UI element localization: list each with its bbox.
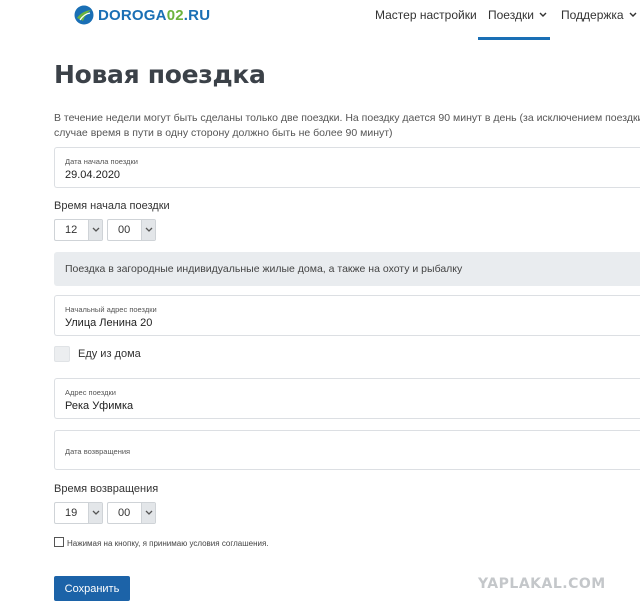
start-address-field[interactable]: Начальный адрес поездки Улица Ленина 20	[54, 295, 640, 336]
trip-address-label: Адрес поездки	[65, 388, 116, 397]
from-home-label: Еду из дома	[78, 348, 141, 360]
agreement-checkbox[interactable]	[54, 537, 64, 547]
page-title: Новая поездка	[54, 60, 266, 89]
start-date-field[interactable]: Дата начала поездки 29.04.2020	[54, 147, 640, 188]
chevron-down-icon	[88, 220, 102, 240]
start-address-value: Улица Ленина 20	[65, 317, 153, 329]
start-hour-select[interactable]: 12	[54, 219, 103, 241]
agreement-label: Нажимая на кнопку, я принимаю условия со…	[67, 539, 269, 548]
active-tab-indicator	[478, 37, 550, 40]
intro-text: В течение недели могут быть сделаны толь…	[54, 111, 640, 141]
from-home-checkbox[interactable]	[54, 346, 70, 362]
chevron-down-icon	[141, 503, 155, 523]
return-hour-value: 19	[65, 507, 78, 519]
chevron-down-icon	[629, 12, 637, 17]
trip-address-value: Река Уфимка	[65, 400, 134, 412]
start-minute-select[interactable]: 00	[107, 219, 156, 241]
start-address-label: Начальный адрес поездки	[65, 305, 157, 314]
chevron-down-icon	[539, 12, 547, 17]
return-minute-select[interactable]: 00	[107, 502, 156, 524]
main-nav: Мастер настройки Поездки Поддержка	[0, 0, 640, 40]
start-date-value: 29.04.2020	[65, 169, 121, 181]
nav-item-setup-wizard[interactable]: Мастер настройки	[375, 8, 477, 22]
nav-item-label: Поездки	[488, 8, 534, 22]
nav-item-support[interactable]: Поддержка	[561, 8, 637, 22]
return-hour-select[interactable]: 19	[54, 502, 103, 524]
start-minute-value: 00	[118, 224, 131, 236]
return-date-field[interactable]: Дата возвращения	[54, 430, 640, 470]
trip-type-text: Поездка в загородные индивидуальные жилы…	[65, 263, 463, 275]
trip-type-box[interactable]: Поездка в загородные индивидуальные жилы…	[54, 252, 640, 286]
start-date-label: Дата начала поездки	[65, 157, 138, 166]
nav-item-label: Поддержка	[561, 8, 624, 22]
chevron-down-icon	[141, 220, 155, 240]
start-time-label: Время начала поездки	[54, 200, 170, 212]
chevron-down-icon	[88, 503, 102, 523]
watermark: YAPLAKAL.COM	[478, 576, 606, 592]
return-date-label: Дата возвращения	[65, 447, 131, 456]
intro-line: случае время в пути в одну сторону должн…	[54, 127, 393, 139]
start-hour-value: 12	[65, 224, 78, 236]
return-time-label: Время возвращения	[54, 483, 159, 495]
return-minute-value: 00	[118, 507, 131, 519]
top-header: DOROGA02.RU Мастер настройки Поездки Под…	[0, 0, 640, 40]
save-button[interactable]: Сохранить	[54, 576, 130, 601]
nav-item-label: Мастер настройки	[375, 8, 477, 22]
nav-item-trips[interactable]: Поездки	[488, 8, 547, 22]
trip-address-field[interactable]: Адрес поездки Река Уфимка	[54, 378, 640, 419]
intro-line: В течение недели могут быть сделаны толь…	[54, 112, 640, 124]
